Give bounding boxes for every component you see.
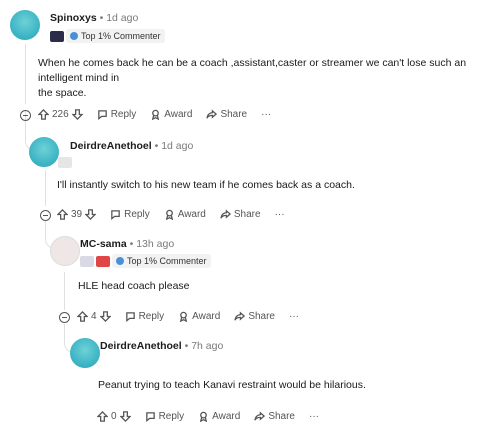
reply-icon: [97, 110, 107, 120]
downvote-icon[interactable]: [119, 411, 131, 422]
upvote-icon[interactable]: [77, 311, 88, 322]
collapse-thread-icon[interactable]: [20, 110, 31, 121]
username[interactable]: Spinoxys: [50, 12, 97, 24]
downvote-icon[interactable]: [71, 109, 83, 120]
comment-text-line: the space.: [38, 87, 87, 99]
avatar[interactable]: [70, 338, 100, 368]
flair: Top 1% Commenter: [66, 29, 165, 43]
upvote-icon[interactable]: [38, 109, 49, 120]
flair: Top 1% Commenter: [112, 254, 211, 268]
timestamp: • 7h ago: [181, 340, 224, 352]
downvote-icon[interactable]: [99, 311, 111, 322]
reply-label: Reply: [110, 109, 137, 120]
username[interactable]: DeirdreAnethoel: [100, 340, 182, 352]
vote-count: 39: [71, 209, 83, 220]
award-label: Award: [192, 311, 221, 322]
collapse-thread-icon[interactable]: [59, 312, 70, 323]
award-label: Award: [177, 209, 206, 220]
username[interactable]: MC-sama: [80, 238, 127, 250]
comment-actions: 39 Reply Award Share ···: [57, 209, 285, 220]
vote-count: 4: [91, 311, 97, 322]
collapse-thread-icon[interactable]: [40, 210, 51, 221]
award-label: Award: [212, 411, 241, 422]
commenter-badge-icon: [70, 32, 78, 40]
avatar[interactable]: [29, 137, 59, 167]
timestamp: • 13h ago: [126, 238, 175, 250]
share-icon: [220, 209, 231, 219]
share-label: Share: [248, 311, 275, 322]
comment-author: MC-sama • 13h ago: [80, 238, 174, 250]
downvote-icon[interactable]: [85, 209, 97, 220]
comment-author: DeirdreAnethoel • 1d ago: [70, 140, 193, 152]
share-button[interactable]: Share: [234, 311, 275, 322]
comment-actions: 0 Reply Award Share ···: [97, 411, 319, 422]
award-label: Award: [164, 109, 193, 120]
award-icon: [180, 311, 188, 322]
reply-icon: [125, 312, 135, 322]
thread-line: [64, 272, 65, 310]
comment-text: HLE head coach please: [78, 280, 190, 292]
share-button[interactable]: Share: [206, 109, 247, 120]
reply-icon: [111, 210, 120, 220]
comment-actions: 4 Reply Award Share ···: [77, 311, 299, 322]
comment-text: Peanut trying to teach Kanavi restraint …: [98, 379, 366, 391]
avatar[interactable]: [10, 10, 40, 40]
award-button[interactable]: Award: [198, 411, 240, 422]
award-icon: [200, 411, 208, 422]
award-button[interactable]: Award: [150, 109, 192, 120]
award-button[interactable]: Award: [164, 209, 206, 220]
comment-text: When he comes back he can be a coach ,as…: [38, 56, 493, 101]
share-icon: [234, 311, 246, 321]
share-label: Share: [268, 411, 295, 422]
reply-icon: [145, 412, 155, 422]
reply-button[interactable]: Reply: [125, 311, 165, 322]
vote-count: 0: [111, 411, 117, 422]
reply-button[interactable]: Reply: [110, 209, 150, 220]
vote-group: 226: [38, 109, 83, 120]
timestamp: • 1d ago: [151, 140, 194, 152]
comment-text-line: When he comes back he can be a coach ,as…: [38, 57, 467, 84]
more-options-button[interactable]: ···: [289, 311, 299, 322]
award-button[interactable]: Award: [178, 311, 220, 322]
vote-count: 226: [52, 109, 69, 120]
flair-label: Top 1% Commenter: [127, 256, 207, 266]
more-options-button[interactable]: ···: [309, 411, 319, 422]
reply-label: Reply: [124, 209, 150, 220]
share-icon: [206, 109, 218, 119]
upvote-icon[interactable]: [57, 209, 68, 220]
share-button[interactable]: Share: [254, 411, 295, 422]
username[interactable]: DeirdreAnethoel: [70, 140, 152, 152]
reply-button[interactable]: Reply: [145, 411, 185, 422]
share-button[interactable]: Share: [220, 209, 261, 220]
flair-badge-icon: [80, 256, 94, 267]
flair-badge-icon: [58, 157, 72, 168]
commenter-badge-icon: [116, 257, 124, 265]
avatar[interactable]: [50, 236, 80, 266]
comment-author: DeirdreAnethoel • 7h ago: [100, 340, 223, 352]
more-options-button[interactable]: ···: [275, 209, 285, 220]
thread-line: [25, 44, 26, 104]
upvote-icon[interactable]: [97, 411, 108, 422]
flair-label: Top 1% Commenter: [81, 31, 161, 41]
reply-label: Reply: [158, 411, 185, 422]
flair-badge-icon: [96, 256, 110, 267]
vote-group: 4: [77, 311, 111, 322]
timestamp: • 1d ago: [96, 12, 139, 24]
reply-label: Reply: [138, 311, 165, 322]
share-label: Share: [233, 209, 261, 220]
share-label: Share: [220, 109, 248, 120]
reply-button[interactable]: Reply: [97, 109, 137, 120]
comment-actions: 226 Reply Award Share ···: [38, 109, 271, 120]
award-icon: [165, 209, 173, 220]
thread-line: [45, 170, 46, 206]
more-options-button[interactable]: ···: [261, 109, 271, 120]
award-icon: [152, 109, 160, 120]
vote-group: 0: [97, 411, 131, 422]
comment-text: I'll instantly switch to his new team if…: [57, 179, 355, 191]
vote-group: 39: [57, 209, 97, 220]
flair-badge-icon: [50, 31, 64, 42]
share-icon: [254, 411, 266, 421]
comment-author: Spinoxys • 1d ago: [50, 12, 138, 24]
